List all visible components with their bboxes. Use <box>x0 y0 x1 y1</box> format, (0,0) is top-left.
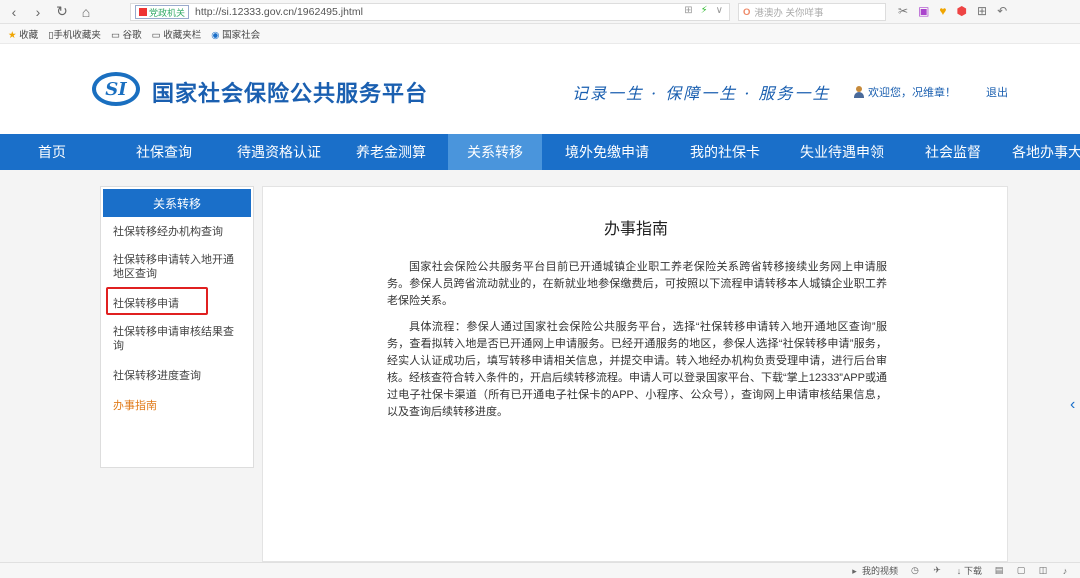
address-actions: ⊞ ⚡ ∨ <box>684 5 723 16</box>
highlight-annotation <box>106 287 208 315</box>
sidebar-item-agency-query[interactable]: 社保转移经办机构查询 <box>101 225 253 239</box>
grid-icon[interactable]: ⊞ <box>684 5 692 16</box>
scissors-icon[interactable]: ✂ <box>898 4 908 18</box>
browser-toolbar: ‹ › ↻ ⌂ 党政机关 http://si.12333.gov.cn/1962… <box>0 0 1080 24</box>
shield-icon[interactable]: ♥ <box>939 4 946 18</box>
nav-unemployment[interactable]: 失业待遇申领 <box>778 134 906 170</box>
nav-local-services[interactable]: 各地办事大 <box>1000 134 1080 170</box>
nav-qualification[interactable]: 待遇资格认证 <box>224 134 334 170</box>
page-icon: ▭ <box>110 29 120 41</box>
content-card: 办事指南 国家社会保险公共服务平台目前已开通城镇企业职工养老保险关系跨省转移接续… <box>262 186 1008 562</box>
guide-paragraph-1: 国家社会保险公共服务平台目前已开通城镇企业职工养老保险关系跨省转移接续业务网上申… <box>387 261 887 307</box>
bookmark-favorites[interactable]: ★ 收藏 <box>8 27 38 41</box>
forward-icon[interactable]: › <box>28 2 48 22</box>
rocket-icon[interactable]: ✈ <box>932 565 942 576</box>
guide-paragraph-2: 具体流程：参保人通过国家社会保险公共服务平台，选择“社保转移申请转入地开通地区查… <box>387 321 887 418</box>
search-engine-icon: O <box>743 6 751 18</box>
bookmark-mobile[interactable]: ▯手机收藏夹 <box>48 27 101 41</box>
download-icon: ↓ <box>956 566 962 576</box>
slogan: 记录一生 · 保障一生 · 服务一生 <box>572 84 831 103</box>
download-label: 下载 <box>963 566 982 576</box>
chevron-down-icon[interactable]: ∨ <box>716 5 723 16</box>
nav-social-query[interactable]: 社保查询 <box>104 134 224 170</box>
nav-pension-calc[interactable]: 养老金测算 <box>334 134 448 170</box>
page-title: 办事指南 <box>603 221 668 238</box>
bookmark-label: 收藏夹栏 <box>163 29 202 41</box>
home-icon[interactable]: ⌂ <box>76 2 96 22</box>
video-link[interactable]: ▸ 我的视频 <box>849 564 898 577</box>
bookmark-site[interactable]: ◉ 国家社会 <box>211 27 260 41</box>
chevron-left-icon[interactable]: ‹ <box>1070 396 1075 414</box>
logout-link[interactable]: 退出 <box>986 84 1008 100</box>
site-badge-label: 党政机关 <box>149 7 186 18</box>
screenshot-icon[interactable]: ▢ <box>1016 565 1026 576</box>
sidebar-item-progress[interactable]: 社保转移进度查询 <box>101 369 253 383</box>
browser-tools: ✂ ▣ ♥ ⬢ ⊞ ↶ <box>898 4 1007 18</box>
url-text[interactable]: http://si.12333.gov.cn/1962495.jhtml <box>195 6 363 18</box>
site-badge: 党政机关 <box>135 5 190 19</box>
site-header: SI 国家社会保险公共服务平台 记录一生 · 保障一生 · 服务一生 欢迎您，况… <box>0 44 1080 134</box>
nav-supervision[interactable]: 社会监督 <box>906 134 1000 170</box>
main-nav: 首页 社保查询 待遇资格认证 养老金测算 关系转移 境外免缴申请 我的社保卡 失… <box>0 134 1080 170</box>
extension-icon[interactable]: ▣ <box>918 4 929 18</box>
undo-icon[interactable]: ↶ <box>997 4 1007 18</box>
play-icon: ▸ <box>852 566 857 576</box>
volume-icon[interactable]: ♪ <box>1060 566 1070 576</box>
bookmark-folder[interactable]: ▭ 收藏夹栏 <box>152 27 202 41</box>
clock-icon[interactable]: ◷ <box>910 565 920 576</box>
badge-icon <box>139 8 147 16</box>
site-title: 国家社会保险公共服务平台 <box>152 81 429 106</box>
nav-transfer[interactable]: 关系转移 <box>448 134 542 170</box>
welcome-text[interactable]: 欢迎您，况维章！ <box>868 84 956 100</box>
sidebar-item-region-query[interactable]: 社保转移申请转入地开通地区查询 <box>101 253 253 281</box>
apps-icon[interactable]: ⊞ <box>977 4 987 18</box>
download-link[interactable]: ↓ 下载 <box>954 564 982 577</box>
bookmark-label: 国家社会 <box>222 29 261 41</box>
bookmarks-bar: ★ 收藏 ▯手机收藏夹 ▭ 谷歌 ▭ 收藏夹栏 ◉ 国家社会 <box>0 24 1080 44</box>
bolt-icon[interactable]: ⚡ <box>701 5 708 16</box>
sidebar: 关系转移 社保转移经办机构查询 社保转移申请转入地开通地区查询 社保转移申请 社… <box>100 186 254 468</box>
address-bar[interactable]: 党政机关 http://si.12333.gov.cn/1962495.jhtm… <box>130 3 730 21</box>
star-icon: ★ <box>8 29 17 41</box>
window-icon[interactable]: ◫ <box>1038 565 1048 576</box>
bookmark-label: 谷歌 <box>122 29 142 41</box>
site-icon: ◉ <box>211 29 220 41</box>
nav-home[interactable]: 首页 <box>0 134 104 170</box>
search-input[interactable]: O 港澳办 关你咩事 <box>738 3 886 21</box>
printer-icon[interactable]: ▤ <box>994 565 1004 576</box>
bookmark-label: 手机收藏夹 <box>53 29 101 41</box>
bookmark-google[interactable]: ▭ 谷歌 <box>111 27 142 41</box>
user-icon <box>854 86 864 98</box>
back-icon[interactable]: ‹ <box>4 2 24 22</box>
video-label: 我的视频 <box>861 566 898 576</box>
nav-my-card[interactable]: 我的社保卡 <box>672 134 778 170</box>
sidebar-heading: 关系转移 <box>103 189 251 217</box>
page-body: 关系转移 社保转移经办机构查询 社保转移申请转入地开通地区查询 社保转移申请 社… <box>0 170 1080 562</box>
sidebar-item-review-result[interactable]: 社保转移申请审核结果查询 <box>101 325 253 353</box>
status-bar: ▸ 我的视频 ◷ ✈ ↓ 下载 ▤ ▢ ◫ ♪ <box>0 562 1080 578</box>
welcome-message: 欢迎您，况维章！ <box>854 84 956 100</box>
site-logo[interactable]: SI <box>92 72 140 106</box>
nav-overseas[interactable]: 境外免缴申请 <box>542 134 672 170</box>
game-icon[interactable]: ⬢ <box>957 4 967 18</box>
search-placeholder: 港澳办 关你咩事 <box>754 8 824 19</box>
sidebar-item-guide[interactable]: 办事指南 <box>101 399 253 413</box>
reload-icon[interactable]: ↻ <box>52 2 72 22</box>
folder-icon: ▭ <box>151 29 161 41</box>
bookmark-label: 收藏 <box>19 29 39 41</box>
